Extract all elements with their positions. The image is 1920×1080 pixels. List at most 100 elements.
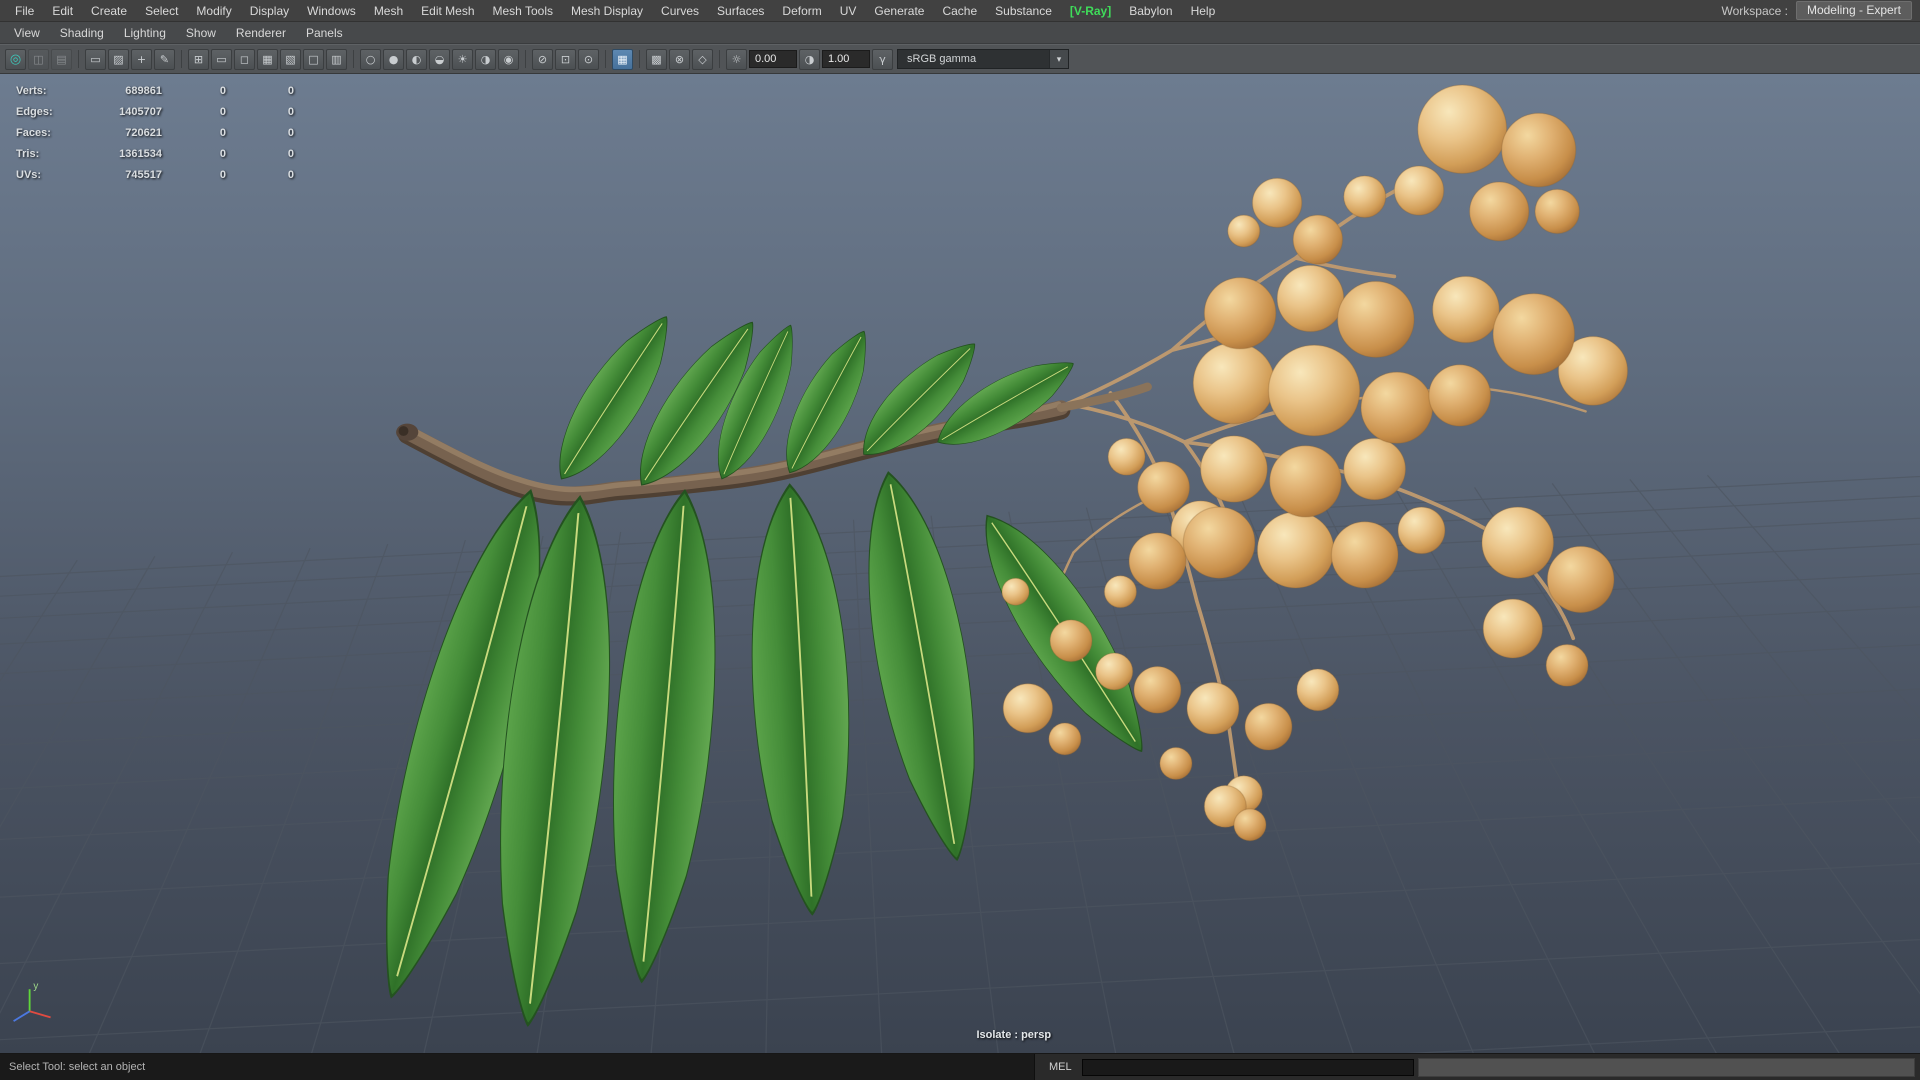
toolbar-separator [353, 50, 354, 68]
menu-item[interactable]: Edit Mesh [412, 2, 483, 20]
selection-highlight-icon[interactable]: ◇ [692, 48, 713, 70]
menu-item[interactable]: UV [831, 2, 866, 20]
image-plane-icon[interactable]: ▨ [108, 48, 129, 70]
hud-label: Faces: [16, 126, 51, 139]
menu-item[interactable]: Cache [933, 2, 986, 20]
panel-menu-item[interactable]: Shading [50, 24, 114, 42]
menu-item[interactable]: Substance [986, 2, 1061, 20]
toolbar-separator [719, 50, 720, 68]
menu-item[interactable]: Display [241, 2, 298, 20]
shadows-icon[interactable]: ◑ [475, 48, 496, 70]
hud-row: Faces: 720621 0 0 [16, 122, 294, 143]
hud-count-3: 0 [287, 126, 294, 139]
pan-zoom-icon[interactable]: + [131, 48, 152, 70]
menu-item[interactable]: Mesh Tools [484, 2, 562, 20]
depth-of-field-icon[interactable]: ⊙ [578, 48, 599, 70]
menu-item[interactable]: Deform [773, 2, 830, 20]
occlusion-icon[interactable]: ◉ [498, 48, 519, 70]
plant-model[interactable] [346, 84, 1629, 1030]
toolbar-separator [605, 50, 606, 68]
mel-label[interactable]: MEL [1035, 1061, 1082, 1073]
grid-icon[interactable]: ⊞ [188, 48, 209, 70]
hud-count-3: 0 [287, 105, 294, 118]
menu-item[interactable]: Windows [298, 2, 365, 20]
mel-command-input[interactable] [1081, 1058, 1414, 1076]
menu-item[interactable]: Mesh Display [562, 2, 652, 20]
textured-icon[interactable]: ◐ [406, 48, 427, 70]
gamma-field[interactable]: 1.00 [822, 50, 870, 68]
hud-count-3: 0 [287, 147, 294, 160]
menu-item[interactable]: Create [82, 2, 136, 20]
menu-item[interactable]: Babylon [1120, 2, 1181, 20]
viewport-canvas[interactable]: y [0, 74, 1920, 1053]
hud-label: Tris: [16, 147, 40, 160]
exposure-icon[interactable]: ☼ [726, 48, 747, 70]
menu-item[interactable]: Modify [187, 2, 240, 20]
panel-menu-item[interactable]: Panels [296, 24, 353, 42]
lighting-icon[interactable]: ☀ [452, 48, 473, 70]
workspace-label: Workspace : [1721, 3, 1788, 18]
film-gate-icon[interactable]: ▭ [211, 48, 232, 70]
hud-count: 1405707 [119, 105, 162, 118]
safe-title-icon[interactable]: ▥ [326, 48, 347, 70]
panel-toolbar: ◎ ◫ ▤ ▭ ▨ + ✎ ⊞ ▭ ◻ ▦ ▧ □ ▥ ○ ● ◐ ◒ ☀ ◑ ◉ ⊘ ⊡ ⊙ ▦ ▩ ⊗ ◇ ☼ 0.0… [0, 44, 1920, 74]
hud-row: Tris: 1361534 0 0 [16, 143, 294, 164]
hud-count: 720621 [125, 126, 162, 139]
hud-count-2: 0 [219, 105, 226, 118]
exposure-field[interactable]: 0.00 [749, 50, 797, 68]
help-line: Select Tool: select an object [0, 1054, 1035, 1080]
select-camera-icon[interactable]: ◫ [28, 48, 49, 70]
gamma-icon[interactable]: γ [872, 48, 893, 70]
hud-count-2: 0 [219, 84, 226, 97]
hud-count-2: 0 [219, 168, 226, 181]
toolbar-separator [181, 50, 182, 68]
safe-action-icon[interactable]: □ [303, 48, 324, 70]
menu-item[interactable]: Generate [865, 2, 933, 20]
bookmark-icon[interactable]: ▭ [85, 48, 106, 70]
hud-row: Verts: 689861 0 0 [16, 80, 294, 101]
menu-item[interactable]: Select [136, 2, 187, 20]
panel-menu-item[interactable]: Show [176, 24, 226, 42]
svg-text:y: y [33, 981, 38, 992]
field-chart-icon[interactable]: ▧ [280, 48, 301, 70]
hud-label: UVs: [16, 168, 42, 181]
multisample-icon[interactable]: ⊡ [555, 48, 576, 70]
menu-item[interactable]: Edit [43, 2, 82, 20]
menu-item[interactable]: Help [1182, 2, 1225, 20]
isolate-select-icon[interactable]: ▦ [612, 48, 633, 70]
hud-count-3: 0 [287, 84, 294, 97]
view-transform-dropdown[interactable]: sRGB gamma ▾ [897, 49, 1069, 69]
xray-joints-icon[interactable]: ⊗ [669, 48, 690, 70]
camera-attributes-icon[interactable]: ▤ [51, 48, 72, 70]
hud-count-2: 0 [219, 126, 226, 139]
smooth-shade-icon[interactable]: ● [383, 48, 404, 70]
view-transform-value: sRGB gamma [907, 53, 977, 65]
menu-item[interactable]: Mesh [365, 2, 412, 20]
renderer-toggle-icon[interactable]: ◎ [5, 48, 26, 70]
use-default-material-icon[interactable]: ◒ [429, 48, 450, 70]
gate-mask-icon[interactable]: ▦ [257, 48, 278, 70]
panel-menu-item[interactable]: View [4, 24, 50, 42]
panel-menu-item[interactable]: Lighting [114, 24, 176, 42]
motion-blur-icon[interactable]: ⊘ [532, 48, 553, 70]
menu-item[interactable]: Curves [652, 2, 708, 20]
maya-window: File Edit Create Select Modify Display Windows… [0, 0, 1920, 1080]
poly-count-hud: Verts: 689861 0 0 Edges: 1405707 0 0 Fac… [16, 80, 294, 185]
xray-icon[interactable]: ▩ [646, 48, 667, 70]
hud-count: 745517 [125, 168, 162, 181]
grease-pencil-icon[interactable]: ✎ [154, 48, 175, 70]
command-result-field[interactable] [1417, 1057, 1915, 1077]
chevron-down-icon: ▾ [1049, 50, 1068, 68]
hud-label: Verts: [16, 84, 47, 97]
menu-item[interactable]: File [6, 2, 43, 20]
contrast-icon[interactable]: ◑ [799, 48, 820, 70]
viewport[interactable]: y Verts: 689861 0 0 Edges: 1405707 0 0 F… [0, 74, 1920, 1053]
berries [1001, 84, 1629, 842]
menu-item[interactable]: Surfaces [708, 2, 773, 20]
panel-menu-item[interactable]: Renderer [226, 24, 296, 42]
workspace-selector-button[interactable]: Modeling - Expert [1795, 1, 1912, 20]
hud-row: UVs: 745517 0 0 [16, 164, 294, 185]
resolution-gate-icon[interactable]: ◻ [234, 48, 255, 70]
wireframe-icon[interactable]: ○ [360, 48, 381, 70]
menu-item[interactable]: [V-Ray] [1061, 2, 1120, 20]
